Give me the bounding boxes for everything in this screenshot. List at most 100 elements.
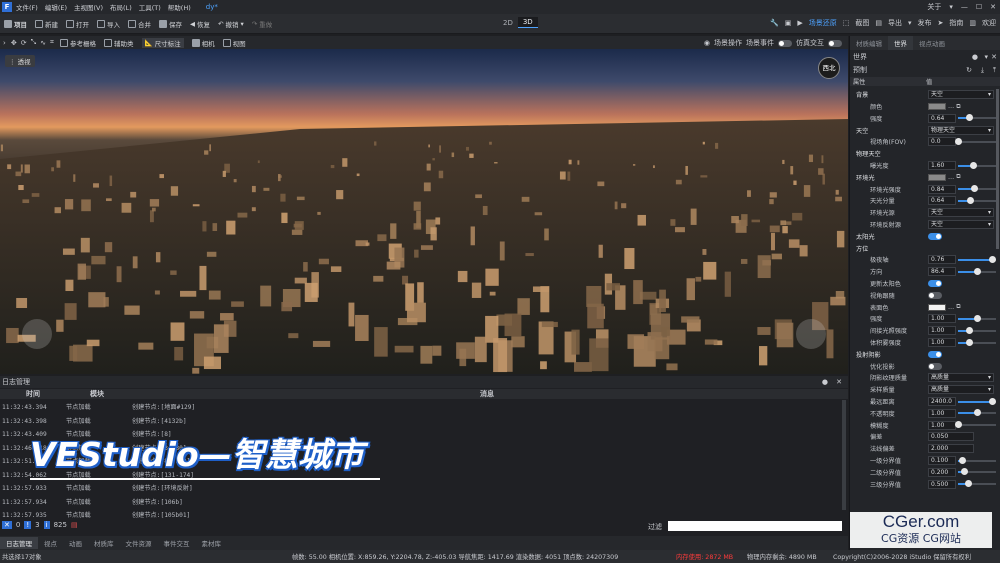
- helpers-button[interactable]: 辅助类: [104, 38, 134, 48]
- prop-slider[interactable]: [958, 326, 996, 334]
- dock-icon[interactable]: ▾: [984, 53, 988, 61]
- camera-button[interactable]: 相机: [191, 38, 215, 48]
- scene-event-toggle[interactable]: [778, 39, 792, 47]
- prop-number-input[interactable]: 0.64: [928, 113, 956, 123]
- slider-knob[interactable]: [970, 185, 978, 193]
- slider-knob[interactable]: [966, 338, 974, 346]
- upload-icon[interactable]: ⤒: [993, 66, 996, 75]
- prop-number-input[interactable]: 86.4: [928, 267, 956, 277]
- prop-number-input[interactable]: 0.100: [928, 456, 956, 466]
- prop-toggle[interactable]: [928, 291, 942, 299]
- copy-icon[interactable]: ⧉: [956, 303, 960, 311]
- warning-icon[interactable]: !: [24, 521, 32, 529]
- log-row[interactable]: 11:32:43.394 节点加载 创建节点:[地面#129]: [2, 402, 195, 411]
- color-swatch[interactable]: [928, 303, 946, 311]
- prop-number-input[interactable]: 1.60: [928, 161, 956, 171]
- prop-toggle[interactable]: [928, 280, 942, 288]
- prop-slider[interactable]: [958, 480, 996, 488]
- slider-knob[interactable]: [974, 267, 981, 275]
- maximize-button[interactable]: ☐: [976, 3, 982, 11]
- menu-tools[interactable]: 工具(T): [139, 2, 161, 12]
- prop-slider[interactable]: [958, 196, 996, 204]
- screenshot-button[interactable]: 截图: [855, 18, 869, 28]
- tab-world[interactable]: 世界: [888, 36, 913, 50]
- merge-button[interactable]: 合并: [128, 19, 151, 29]
- redo-button[interactable]: ↷ 重做: [252, 19, 272, 29]
- prop-number-input[interactable]: 0.050: [928, 432, 974, 442]
- 3d-viewport[interactable]: ⋮ 透视 西北: [0, 49, 848, 374]
- wrench-icon[interactable]: 🔧: [770, 19, 779, 27]
- scene-event-button[interactable]: 场景事件: [746, 38, 774, 48]
- slider-knob[interactable]: [970, 161, 978, 169]
- color-swatch[interactable]: [928, 103, 946, 111]
- prop-number-input[interactable]: 1.00: [928, 326, 956, 336]
- pin-icon[interactable]: ●: [972, 53, 978, 61]
- restore-button[interactable]: ◀ 恢复: [190, 19, 210, 29]
- publish-button[interactable]: 发布: [918, 18, 932, 28]
- menu-view[interactable]: 主视图(V): [74, 2, 103, 12]
- prop-select[interactable]: 物理天空 ▾: [928, 125, 994, 135]
- reference-grid-button[interactable]: 参考栅格: [60, 38, 96, 48]
- new-button[interactable]: 新建: [35, 19, 58, 29]
- welcome-button[interactable]: 欢迎: [982, 18, 996, 28]
- prop-toggle[interactable]: [928, 350, 942, 358]
- slider-knob[interactable]: [974, 409, 981, 417]
- left-joystick[interactable]: [22, 319, 52, 349]
- sim-button[interactable]: 仿真交互: [796, 38, 824, 48]
- pin-icon[interactable]: ●: [822, 378, 828, 386]
- slider-knob[interactable]: [955, 137, 962, 145]
- view-button[interactable]: 视图: [222, 38, 246, 48]
- clear-log-icon[interactable]: ▤: [71, 521, 78, 529]
- prop-select[interactable]: 高质量 ▾: [928, 373, 994, 383]
- export-dropdown-icon[interactable]: ▾: [908, 19, 912, 27]
- tab-material-editor[interactable]: 材质编辑: [850, 36, 888, 50]
- prop-number-input[interactable]: 1.00: [928, 314, 956, 324]
- download-icon[interactable]: ⤓: [981, 66, 984, 75]
- copy-icon[interactable]: ⧉: [956, 103, 960, 111]
- copy-icon[interactable]: ⧉: [956, 173, 960, 181]
- more-icon[interactable]: …: [948, 103, 954, 110]
- prop-slider[interactable]: [958, 409, 996, 417]
- slider-knob[interactable]: [967, 196, 975, 204]
- mode-3d[interactable]: 3D: [517, 17, 538, 28]
- log-scrollbar[interactable]: [842, 400, 846, 510]
- prop-slider[interactable]: [955, 137, 996, 145]
- log-row[interactable]: 11:32:57.935 节点加载 创建节点:[105b01]: [2, 510, 190, 519]
- import-button[interactable]: 导入: [97, 19, 120, 29]
- prop-slider[interactable]: [958, 338, 996, 346]
- scene-op-button[interactable]: 场景操作: [714, 38, 742, 48]
- scene-restore-button[interactable]: 场景还原: [809, 18, 837, 28]
- sim-toggle[interactable]: [828, 39, 842, 47]
- prop-select[interactable]: 天空 ▾: [928, 220, 994, 230]
- expand-icon[interactable]: ›: [3, 39, 6, 47]
- bottom-tab-0[interactable]: 日志管理: [0, 537, 38, 549]
- menu-edit[interactable]: 编辑(E): [45, 2, 67, 12]
- bottom-tab-6[interactable]: 素材库: [196, 537, 228, 549]
- slider-knob[interactable]: [964, 480, 972, 488]
- close-icon[interactable]: ✕: [836, 378, 842, 386]
- error-icon[interactable]: ✕: [2, 521, 12, 529]
- run-icon[interactable]: ▣: [785, 19, 792, 27]
- about-link[interactable]: 关于: [927, 2, 941, 12]
- prop-toggle[interactable]: [928, 362, 942, 370]
- perspective-tag[interactable]: ⋮ 透视: [5, 55, 35, 67]
- prop-select[interactable]: 高质量 ▾: [928, 385, 994, 395]
- close-button[interactable]: ✕: [990, 3, 996, 11]
- filter-input[interactable]: [668, 521, 842, 531]
- prop-number-input[interactable]: 0.76: [928, 255, 956, 265]
- bottom-tab-4[interactable]: 文件资源: [120, 537, 158, 549]
- prop-slider[interactable]: [958, 161, 996, 169]
- prop-slider[interactable]: [958, 468, 996, 476]
- save-button[interactable]: 保存: [159, 19, 182, 29]
- slider-knob[interactable]: [966, 326, 974, 334]
- prop-number-input[interactable]: 0.500: [928, 479, 956, 489]
- prop-slider[interactable]: [958, 314, 996, 322]
- slider-knob[interactable]: [955, 421, 962, 429]
- prop-number-input[interactable]: 0.84: [928, 184, 956, 194]
- slider-knob[interactable]: [989, 397, 997, 405]
- minimize-button[interactable]: —: [961, 3, 968, 11]
- guide-button[interactable]: 指南: [949, 18, 963, 28]
- prop-number-input[interactable]: 0.64: [928, 196, 956, 206]
- snap-tool-icon[interactable]: ∿: [40, 39, 46, 47]
- prop-slider[interactable]: [958, 456, 996, 464]
